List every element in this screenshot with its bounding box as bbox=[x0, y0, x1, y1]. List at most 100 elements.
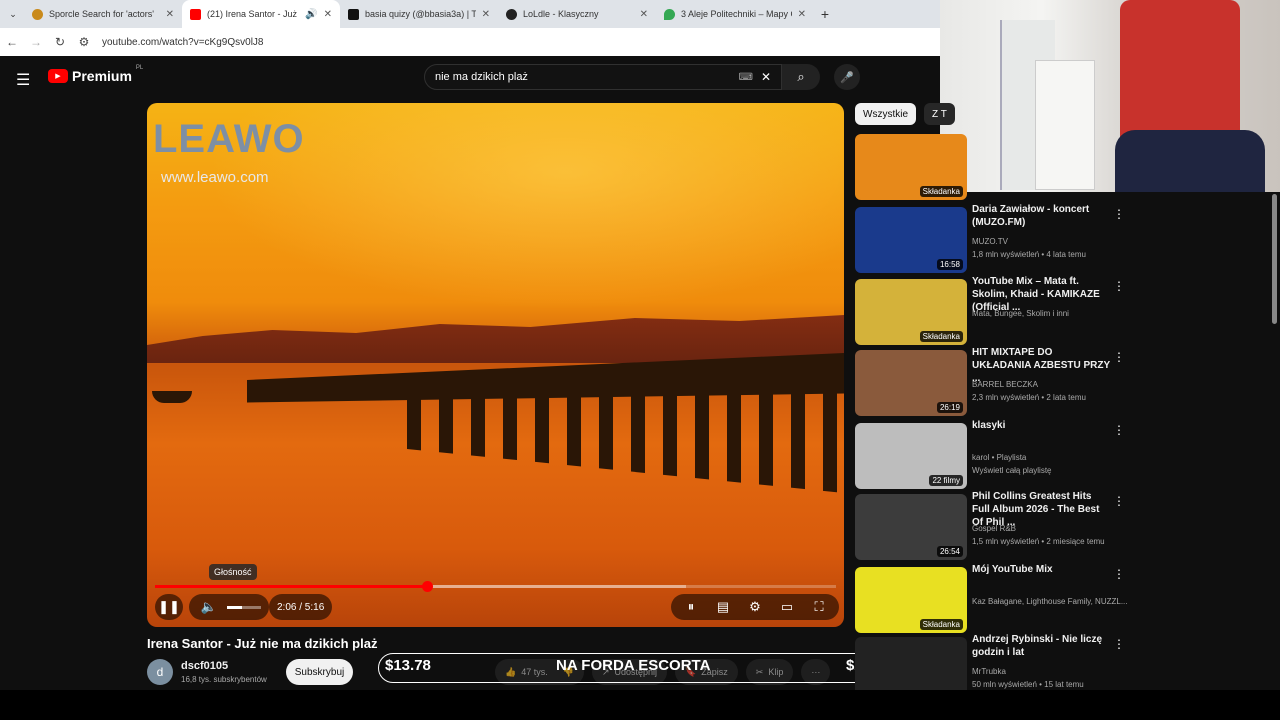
recommendation-channel[interactable]: BARREL BECZKA bbox=[972, 380, 1038, 389]
tab-search-chevron-icon[interactable]: ⌄ bbox=[2, 3, 24, 25]
search-input[interactable]: nie ma dzikich plaż ⌨ ✕ bbox=[424, 64, 782, 90]
more-options-icon[interactable]: ⋮ bbox=[1113, 207, 1125, 221]
recommendation-item[interactable]: 22 filmy klasyki karol • Playlista Wyświetl… bbox=[855, 420, 1135, 489]
thumbnail-badge: 26:54 bbox=[936, 546, 963, 557]
video-thumbnail[interactable]: Składanka bbox=[855, 134, 967, 200]
webcam-person bbox=[1120, 0, 1240, 150]
thumbnail-badge: Składanka bbox=[919, 619, 963, 630]
chip-from-channel[interactable]: Z T bbox=[924, 103, 955, 125]
recommendation-channel[interactable]: Gospel R&B bbox=[972, 524, 1016, 533]
subscribe-button[interactable]: Subskrybuj bbox=[286, 659, 353, 685]
tiktok-favicon-icon bbox=[348, 8, 359, 20]
voice-search-mic-icon[interactable]: 🎤 bbox=[834, 64, 860, 90]
browser-tab[interactable]: LoLdle - Klasyczny ✕ bbox=[498, 0, 656, 28]
scrollbar[interactable] bbox=[1270, 192, 1278, 687]
autoplay-toggle-icon[interactable]: ⏸ bbox=[679, 595, 703, 619]
time-display: 2:06 / 5:16 bbox=[277, 601, 325, 613]
volume-button[interactable]: 🔈 bbox=[197, 595, 221, 619]
bottom-bar bbox=[0, 690, 1280, 720]
pause-button[interactable]: ❚❚ bbox=[157, 595, 181, 619]
video-thumbnail[interactable]: Składanka bbox=[855, 567, 967, 633]
recommendation-channel[interactable]: Mata, Bungee, Skolim i inni bbox=[972, 309, 1069, 318]
audio-playing-icon[interactable]: 🔊 bbox=[305, 9, 317, 20]
chip-all[interactable]: Wszystkie bbox=[855, 103, 916, 125]
close-tab-icon[interactable]: ✕ bbox=[324, 9, 332, 20]
recommendation-channel[interactable]: MrTrubka bbox=[972, 667, 1006, 676]
video-thumbnail[interactable]: Składanka bbox=[855, 279, 967, 345]
volume-slider[interactable] bbox=[227, 605, 261, 609]
overlay-goal-title: NA FORDA ESCORTA bbox=[556, 657, 711, 674]
recommendation-channel[interactable]: MUZO.TV bbox=[972, 237, 1008, 246]
address-bar: ← → ↻ ⚙ youtube.com/watch?v=cKg9Qsv0lJ8 bbox=[0, 28, 940, 56]
video-thumbnail[interactable]: 26:19 bbox=[855, 350, 967, 416]
recommendation-title[interactable]: Daria Zawiałow - koncert (MUZO.FM) bbox=[972, 203, 1112, 229]
recommendation-item[interactable]: Składanka YouTube Mix – Mata ft. Skolim, … bbox=[855, 276, 1135, 345]
recommendation-meta: Wyświetl całą playlistę bbox=[972, 466, 1052, 475]
clear-search-icon[interactable]: ✕ bbox=[761, 70, 771, 84]
filter-chips: Wszystkie Z T bbox=[855, 103, 955, 125]
recommendation-item[interactable]: Składanka Mój YouTube Mix Kaz Bałagane, Li… bbox=[855, 564, 1135, 633]
recommendation-title[interactable]: klasyki bbox=[972, 419, 1112, 432]
recommendation-meta: 1,8 mln wyświetleń • 4 lata temu bbox=[972, 250, 1086, 259]
video-player[interactable]: LEAWO www.leawo.com Głośność ❚❚ 🔈 2:06 /… bbox=[147, 103, 844, 627]
volume-level bbox=[227, 605, 243, 609]
more-actions-button[interactable]: ··· bbox=[801, 659, 831, 685]
more-options-icon[interactable]: ⋮ bbox=[1113, 350, 1125, 364]
subscriber-count: 16,8 tys. subskrybentów bbox=[181, 675, 267, 684]
video-thumbnail[interactable]: 26:54 bbox=[855, 494, 967, 560]
recommendation-meta: 1,5 mln wyświetleń • 2 miesiące temu bbox=[972, 537, 1105, 546]
forward-arrow-icon[interactable]: → bbox=[24, 35, 48, 49]
browser-tab[interactable]: basia quizy (@bbasia3a) | TikTo ✕ bbox=[340, 0, 498, 28]
recommendation-item[interactable]: 16:58 Daria Zawiałow - koncert (MUZO.FM) M… bbox=[855, 204, 1135, 273]
thumbnail-badge: Składanka bbox=[919, 186, 963, 197]
subtitles-icon[interactable]: ▤ bbox=[711, 595, 735, 619]
leawo-watermark-url: www.leawo.com bbox=[161, 169, 269, 186]
youtube-premium-logo[interactable]: ▶ Premium PL bbox=[48, 65, 143, 84]
clip-button[interactable]: ✂ Klip bbox=[745, 659, 794, 685]
search-button[interactable]: ⌕ bbox=[782, 64, 820, 90]
back-arrow-icon[interactable]: ← bbox=[0, 35, 24, 49]
browser-tab[interactable]: Sporcle Search for 'actors' ✕ bbox=[24, 0, 182, 28]
browser-tab[interactable]: 3 Aleje Politechniki – Mapy Goo ✕ bbox=[656, 0, 814, 28]
site-info-icon[interactable]: ⚙ bbox=[72, 35, 96, 49]
settings-gear-icon[interactable]: ⚙ bbox=[743, 595, 767, 619]
scrubber-handle[interactable] bbox=[422, 581, 434, 592]
more-options-icon[interactable]: ⋮ bbox=[1113, 423, 1125, 437]
close-tab-icon[interactable]: ✕ bbox=[482, 9, 490, 20]
recommendation-item[interactable]: 26:54 Phil Collins Greatest Hits Full Alb… bbox=[855, 491, 1135, 560]
channel-avatar[interactable]: d bbox=[147, 659, 173, 685]
reload-icon[interactable]: ↻ bbox=[48, 35, 72, 49]
menu-hamburger-icon[interactable]: ☰ bbox=[16, 70, 30, 90]
more-options-icon[interactable]: ⋮ bbox=[1113, 279, 1125, 293]
video-title: Irena Santor - Już nie ma dzikich plaż bbox=[147, 636, 378, 651]
recommendation-item[interactable]: Składanka bbox=[855, 134, 1135, 200]
url-field[interactable]: youtube.com/watch?v=cKg9Qsv0lJ8 bbox=[102, 37, 263, 48]
video-thumbnail[interactable]: 22 filmy bbox=[855, 423, 967, 489]
scrollbar-thumb[interactable] bbox=[1272, 194, 1277, 324]
more-options-icon[interactable]: ⋮ bbox=[1113, 637, 1125, 651]
youtube-header: ☰ ▶ Premium PL nie ma dzikich plaż ⌨ ✕ ⌕… bbox=[0, 56, 940, 100]
recommendation-title[interactable]: Mój YouTube Mix bbox=[972, 563, 1112, 576]
webcam-person-legs bbox=[1115, 130, 1265, 192]
thumbnail-badge: 22 filmy bbox=[929, 475, 963, 486]
more-options-icon[interactable]: ⋮ bbox=[1113, 567, 1125, 581]
channel-name[interactable]: dscf0105 bbox=[181, 660, 228, 672]
recommendation-channel[interactable]: karol • Playlista bbox=[972, 453, 1026, 462]
close-tab-icon[interactable]: ✕ bbox=[166, 9, 174, 20]
more-options-icon[interactable]: ⋮ bbox=[1113, 494, 1125, 508]
close-tab-icon[interactable]: ✕ bbox=[798, 9, 806, 20]
recommendation-item[interactable]: 26:19 HIT MIXTAPE DO UKŁADANIA AZBESTU PR… bbox=[855, 347, 1135, 416]
browser-tab-active[interactable]: (21) Irena Santor - Już nie m 🔊 ✕ bbox=[182, 0, 340, 28]
new-tab-plus-icon[interactable]: + bbox=[814, 6, 836, 22]
fullscreen-icon[interactable]: ⛶ bbox=[807, 595, 831, 619]
video-thumbnail[interactable]: 16:58 bbox=[855, 207, 967, 273]
volume-icon: 🔈 bbox=[200, 599, 218, 614]
progress-bar[interactable] bbox=[155, 581, 836, 592]
keyboard-icon[interactable]: ⌨ bbox=[739, 72, 753, 83]
search-query-text: nie ma dzikich plaż bbox=[435, 71, 528, 83]
theater-mode-icon[interactable]: ▭ bbox=[775, 595, 799, 619]
recommendation-channel[interactable]: Kaz Bałagane, Lighthouse Family, NUZZL..… bbox=[972, 597, 1127, 606]
recommendation-title[interactable]: Andrzej Rybinski - Nie liczę godzin i la… bbox=[972, 633, 1112, 659]
close-tab-icon[interactable]: ✕ bbox=[640, 9, 648, 20]
leawo-watermark-logo: LEAWO bbox=[153, 117, 305, 161]
